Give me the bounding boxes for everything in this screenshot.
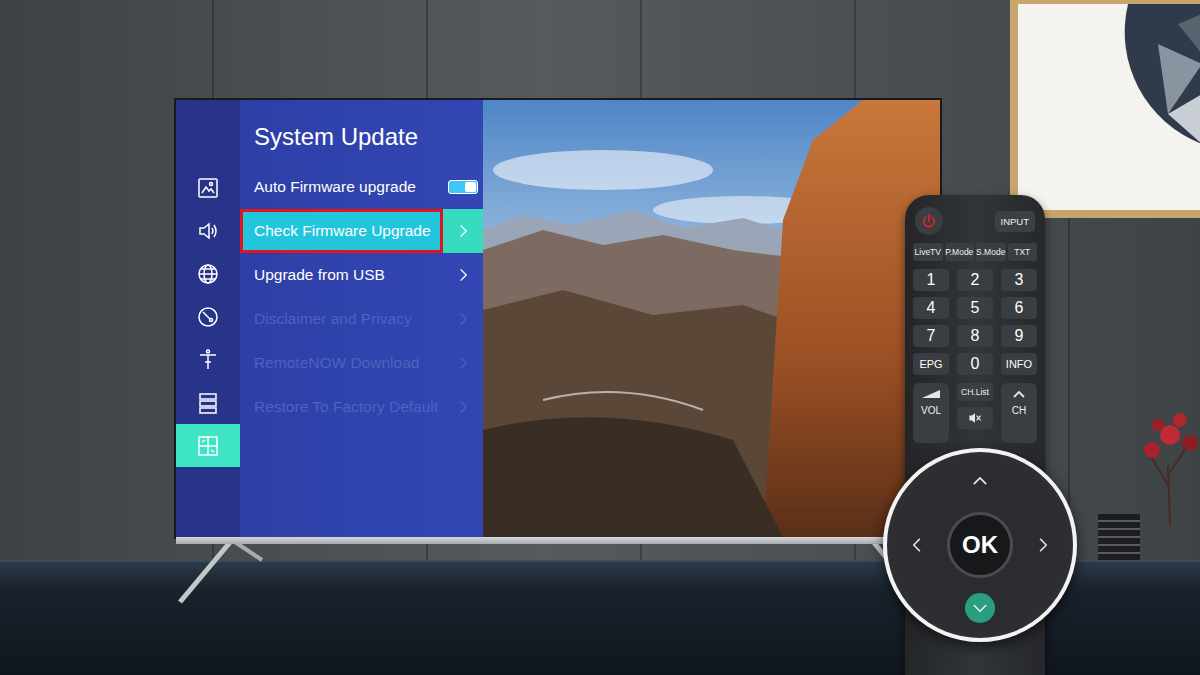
system-icon [196, 391, 220, 415]
row-control [443, 209, 483, 253]
number-button[interactable]: 3 [1001, 269, 1037, 291]
poster-chart-icon [1018, 4, 1200, 210]
number-button[interactable]: 7 [913, 325, 949, 347]
accessibility-icon [196, 348, 220, 372]
arrow-left-icon [908, 536, 926, 554]
toggle-switch[interactable] [448, 180, 478, 194]
sidebar-item[interactable] [176, 166, 240, 209]
tv-screen: System Update Auto Firmware upgradeCheck … [176, 100, 940, 537]
sidebar-item[interactable] [176, 381, 240, 424]
number-pad: 123 456 789 EPG 0 INFO [913, 269, 1037, 375]
row-control [443, 253, 483, 297]
menu-item[interactable]: Check Firmware Upgrade [240, 209, 483, 253]
number-button[interactable]: 1 [913, 269, 949, 291]
landscape-icon [483, 100, 940, 537]
mode-button[interactable]: P.Mode [945, 243, 975, 261]
book-stack [1098, 514, 1140, 560]
remote-top-row: INPUT [913, 207, 1037, 235]
number-button[interactable]: 0 [957, 353, 993, 375]
flower-icon [1140, 370, 1200, 560]
menu-item-label: RemoteNOW Download [240, 341, 443, 385]
tv-scene: System Update Auto Firmware upgradeCheck … [0, 0, 1200, 675]
sidebar-item[interactable] [176, 209, 240, 252]
system-update-menu: System Update Auto Firmware upgradeCheck … [240, 100, 483, 537]
number-button[interactable]: 9 [1001, 325, 1037, 347]
menu-item-label: Auto Firmware upgrade [240, 165, 443, 209]
mode-button[interactable]: S.Mode [976, 243, 1006, 261]
mode-button[interactable]: LiveTV [913, 243, 943, 261]
menu-item: Disclaimer and Privacy [240, 297, 483, 341]
mode-buttons: LiveTVP.ModeS.ModeTXT [913, 243, 1037, 261]
tv-stand-icon [172, 540, 952, 610]
arrow-button[interactable] [902, 530, 932, 560]
arrow-button[interactable] [965, 593, 995, 623]
menu-item[interactable]: Upgrade from USB [240, 253, 483, 297]
menu-item: RemoteNOW Download [240, 341, 483, 385]
menu-item-label: Check Firmware Upgrade [240, 209, 443, 253]
channel-list-button[interactable]: CH.List [957, 383, 993, 401]
volume-rocker[interactable]: VOL [913, 383, 949, 443]
number-button[interactable]: 2 [957, 269, 993, 291]
mute-button[interactable] [957, 407, 993, 429]
channel-icon [196, 305, 220, 329]
number-button[interactable]: 8 [957, 325, 993, 347]
sound-icon [196, 219, 220, 243]
sidebar-item[interactable] [176, 252, 240, 295]
ok-button[interactable]: OK [947, 512, 1013, 578]
row-control [443, 165, 483, 209]
toggle-knob [465, 182, 476, 192]
power-button[interactable] [915, 207, 943, 235]
volume-wedge-icon [921, 389, 941, 399]
menu-item-label: Disclaimer and Privacy [240, 297, 443, 341]
power-icon [921, 213, 937, 229]
volume-channel-keys: VOL CH.List CH [913, 383, 1037, 443]
support-icon [196, 434, 220, 458]
volume-label: VOL [921, 405, 941, 416]
network-icon [196, 262, 220, 286]
channel-rocker[interactable]: CH [1001, 383, 1037, 443]
channel-label: CH [1012, 405, 1026, 416]
chevron-right-icon [458, 223, 468, 239]
landscape-photo [483, 100, 940, 537]
tv-bezel [176, 537, 940, 544]
arrow-button[interactable] [965, 467, 995, 497]
wall-poster [1010, 0, 1200, 218]
sidebar-item[interactable] [176, 295, 240, 338]
sidebar-item[interactable] [176, 424, 240, 467]
number-button[interactable]: 5 [957, 297, 993, 319]
number-button[interactable]: EPG [913, 353, 949, 375]
input-button[interactable]: INPUT [995, 211, 1036, 232]
row-control [443, 297, 483, 341]
mute-icon [967, 410, 983, 426]
number-button[interactable]: INFO [1001, 353, 1037, 375]
sidebar-item[interactable] [176, 338, 240, 381]
picture-icon [196, 176, 220, 200]
number-button[interactable]: 4 [913, 297, 949, 319]
menu-item: Restore To Factory Default [240, 385, 483, 429]
mode-button[interactable]: TXT [1008, 243, 1038, 261]
menu-item-label: Restore To Factory Default [240, 385, 443, 429]
row-control [443, 341, 483, 385]
chevron-right-icon [458, 355, 468, 371]
number-button[interactable]: 6 [1001, 297, 1037, 319]
chevron-right-icon [458, 399, 468, 415]
dpad-zoom: OK [883, 448, 1077, 642]
menu-item[interactable]: Auto Firmware upgrade [240, 165, 483, 209]
menu-title: System Update [254, 122, 483, 152]
arrow-right-icon [1034, 536, 1052, 554]
chevron-right-icon [458, 311, 468, 327]
arrow-button[interactable] [1028, 530, 1058, 560]
chevron-up-icon [1009, 389, 1029, 399]
menu-item-label: Upgrade from USB [240, 253, 443, 297]
chevron-right-icon [458, 267, 468, 283]
center-keys: CH.List [957, 383, 993, 443]
row-control [443, 385, 483, 429]
arrow-down-icon [971, 599, 989, 617]
arrow-up-icon [971, 473, 989, 491]
settings-sidebar [176, 100, 240, 537]
